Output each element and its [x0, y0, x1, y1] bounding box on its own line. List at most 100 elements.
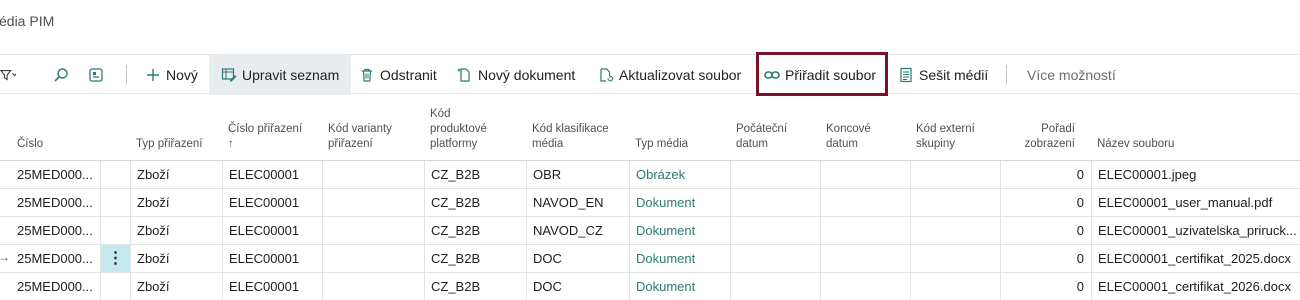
link-icon [764, 67, 780, 83]
cell-externi [910, 189, 1000, 216]
filter-pane-button[interactable] [0, 55, 21, 95]
toolbar-divider [126, 65, 127, 85]
cell-klasifikace: NAVOD_CZ [526, 217, 629, 244]
cell-typ-media[interactable]: Dokument [629, 273, 730, 300]
cell-cislo[interactable]: 25MED000... [0, 161, 100, 188]
row-menu-button[interactable]: ⋮ [100, 245, 130, 272]
cell-soubor: ELEC00001_uzivatelska_priruck... [1091, 217, 1300, 244]
cell-typ-media[interactable]: Obrázek [629, 161, 730, 188]
search-icon [53, 67, 69, 83]
cell-koncove [820, 217, 910, 244]
table-row-selected[interactable]: → 25MED000... ⋮ Zboží ELEC00001 CZ_B2B D… [0, 245, 1300, 273]
row-menu-cell[interactable] [100, 273, 130, 300]
cell-koncove [820, 273, 910, 300]
cell-soubor: ELEC00001_certifikat_2026.docx [1091, 273, 1300, 300]
update-file-button[interactable]: Aktualizovat soubor [598, 55, 741, 95]
cell-platforma: CZ_B2B [424, 245, 526, 272]
cell-klasifikace: NAVOD_EN [526, 189, 629, 216]
new-button[interactable]: Nový [145, 55, 198, 95]
cell-poradi: 0 [1000, 189, 1091, 216]
cell-klasifikace: DOC [526, 245, 629, 272]
cell-cislo[interactable]: 25MED000... [0, 189, 100, 216]
row-menu-cell[interactable] [100, 217, 130, 244]
delete-button[interactable]: Odstranit [359, 55, 437, 95]
toolbar-divider [1006, 65, 1007, 85]
column-header-kod-varianty[interactable]: Kód varianty přiřazení [328, 122, 420, 152]
assign-file-label: Přiřadit soubor [785, 67, 877, 83]
cell-cislo[interactable]: 25MED000... [0, 273, 100, 300]
more-options-button[interactable]: Více možností [1027, 55, 1116, 95]
cell-soubor: ELEC00001_user_manual.pdf [1091, 189, 1300, 216]
column-header-nazev-souboru[interactable]: Název souboru [1097, 137, 1247, 152]
cell-typ-media[interactable]: Dokument [629, 189, 730, 216]
edit-list-button[interactable]: Upravit seznam [209, 55, 352, 95]
new-document-button[interactable]: Nový dokument [457, 55, 575, 95]
cell-pocatecni [730, 189, 820, 216]
edit-list-icon [221, 67, 237, 83]
cell-typ-media[interactable]: Dokument [629, 217, 730, 244]
cell-varianta [322, 273, 424, 300]
cell-poradi: 0 [1000, 245, 1091, 272]
layout-icon [88, 67, 104, 83]
cell-platforma: CZ_B2B [424, 189, 526, 216]
table-row[interactable]: 25MED000... Zboží ELEC00001 CZ_B2B DOC D… [0, 273, 1300, 300]
column-header-kod-externi-skupiny[interactable]: Kód externí skupiny [916, 122, 986, 152]
cell-cislo[interactable]: 25MED000... [0, 245, 100, 272]
cell-soubor: ELEC00001.jpeg [1091, 161, 1300, 188]
layout-button[interactable] [88, 55, 109, 95]
row-menu-cell[interactable] [100, 189, 130, 216]
cell-externi [910, 273, 1000, 300]
cell-soubor: ELEC00001_certifikat_2025.docx [1091, 245, 1300, 272]
cell-platforma: CZ_B2B [424, 161, 526, 188]
cell-cislo-prirazeni: ELEC00001 [222, 217, 322, 244]
cell-koncove [820, 189, 910, 216]
cell-koncove [820, 161, 910, 188]
column-header-cislo[interactable]: Číslo [17, 137, 97, 152]
cell-pocatecni [730, 217, 820, 244]
column-header-kod-platformy[interactable]: Kód produktové platformy [430, 107, 508, 152]
assign-file-button[interactable]: Přiřadit soubor [764, 55, 876, 95]
cell-varianta [322, 217, 424, 244]
table-header: Číslo Typ přiřazení Číslo přiřazení ↑ Kó… [0, 100, 1300, 161]
file-refresh-icon [598, 67, 614, 83]
workbook-icon [898, 67, 914, 83]
column-header-pocatecni-datum[interactable]: Počáteční datum [736, 122, 806, 152]
search-button[interactable] [53, 55, 74, 95]
cell-poradi: 0 [1000, 273, 1091, 300]
cell-koncove [820, 245, 910, 272]
cell-pocatecni [730, 161, 820, 188]
cell-cislo[interactable]: 25MED000... [0, 217, 100, 244]
cell-cislo-prirazeni: ELEC00001 [222, 161, 322, 188]
cell-platforma: CZ_B2B [424, 273, 526, 300]
table-row[interactable]: 25MED000... Zboží ELEC00001 CZ_B2B NAVOD… [0, 217, 1300, 245]
media-workbook-label: Sešit médií [919, 67, 989, 83]
media-workbook-button[interactable]: Sešit médií [898, 55, 988, 95]
new-button-label: Nový [166, 67, 198, 83]
media-table: Číslo Typ přiřazení Číslo přiřazení ↑ Kó… [0, 100, 1300, 300]
cell-externi [910, 217, 1000, 244]
table-row[interactable]: 25MED000... Zboží ELEC00001 CZ_B2B NAVOD… [0, 189, 1300, 217]
cell-typ-media[interactable]: Dokument [629, 245, 730, 272]
column-header-cislo-prirazeni[interactable]: Číslo přiřazení ↑ [228, 122, 320, 152]
cell-typ: Zboží [130, 189, 222, 216]
column-header-kod-klasifikace[interactable]: Kód klasifikace média [532, 122, 620, 152]
column-header-typ-prirazeni[interactable]: Typ přiřazení [136, 137, 216, 152]
plus-icon [145, 67, 161, 83]
new-document-label: Nový dokument [478, 67, 576, 83]
sort-arrow-icon: ↑ [228, 138, 234, 150]
column-header-poradi[interactable]: Pořadí zobrazení [1000, 122, 1075, 152]
column-header-koncove-datum[interactable]: Koncové datum [826, 122, 896, 152]
cell-pocatecni [730, 273, 820, 300]
cell-pocatecni [730, 245, 820, 272]
column-header-typ-media[interactable]: Typ média [635, 137, 723, 152]
cell-klasifikace: DOC [526, 273, 629, 300]
cell-poradi: 0 [1000, 161, 1091, 188]
trash-icon [359, 67, 375, 83]
row-menu-cell[interactable] [100, 161, 130, 188]
cell-klasifikace: OBR [526, 161, 629, 188]
table-row[interactable]: 25MED000... Zboží ELEC00001 CZ_B2B OBR O… [0, 161, 1300, 189]
update-file-label: Aktualizovat soubor [619, 67, 742, 83]
filter-icon [0, 67, 16, 83]
cell-varianta [322, 189, 424, 216]
page-title: édia PIM [0, 13, 55, 29]
